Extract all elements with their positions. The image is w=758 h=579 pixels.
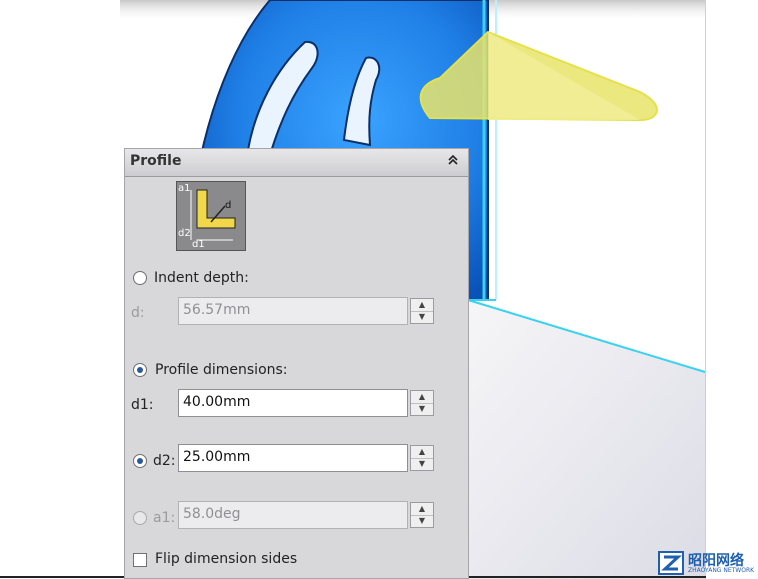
diagram-label-a1: a1	[178, 183, 191, 194]
spin-down-icon[interactable]: ▼	[411, 458, 433, 470]
profile-dimensions-radio[interactable]	[133, 363, 147, 377]
spin-down-icon[interactable]: ▼	[411, 311, 433, 323]
flip-dimension-sides-label: Flip dimension sides	[155, 551, 298, 567]
indent-depth-d-label: d:	[131, 305, 145, 321]
diagram-label-d2: d2	[178, 228, 191, 239]
a1-label: a1:	[153, 510, 176, 526]
floor-plane	[468, 300, 705, 579]
d2-spinner[interactable]: ▲ ▼	[410, 445, 434, 471]
diagram-label-d1: d1	[192, 239, 205, 250]
profile-panel: Profile a1 d d2 d1 Indent depth: d: 56.5…	[124, 148, 469, 579]
logo-icon	[658, 551, 684, 575]
viewport-border	[705, 0, 706, 579]
d1-label: d1:	[131, 397, 154, 413]
indent-depth-spinner[interactable]: ▲ ▼	[410, 298, 434, 324]
d2-input[interactable]: 25.00mm	[178, 444, 408, 472]
indent-depth-label: Indent depth:	[154, 270, 249, 286]
watermark-subtext: ZHAOYANG NETWORK	[688, 567, 755, 574]
d2-radio[interactable]	[133, 454, 147, 468]
indent-depth-input[interactable]: 56.57mm	[178, 297, 408, 325]
profile-dimensions-label: Profile dimensions:	[155, 362, 288, 378]
a1-spinner[interactable]: ▲ ▼	[410, 502, 434, 528]
double-chevron-up-icon[interactable]	[444, 153, 462, 171]
a1-input[interactable]: 58.0deg	[178, 501, 408, 529]
diagram-label-d: d	[225, 200, 232, 211]
profile-diagram-image: a1 d d2 d1	[176, 181, 246, 251]
panel-body: a1 d d2 d1 Indent depth: d: 56.57mm ▲ ▼ …	[125, 177, 468, 578]
d2-label: d2:	[153, 453, 176, 469]
spin-down-icon[interactable]: ▼	[411, 403, 433, 415]
watermark-logo: 昭阳网络 ZHAOYANG NETWORK	[658, 550, 758, 576]
spin-down-icon[interactable]: ▼	[411, 515, 433, 527]
panel-title: Profile	[130, 153, 182, 169]
flip-dimension-sides-checkbox[interactable]	[133, 553, 147, 567]
indent-depth-radio[interactable]	[133, 271, 147, 285]
d1-spinner[interactable]: ▲ ▼	[410, 390, 434, 416]
a1-radio[interactable]	[133, 511, 147, 525]
d1-input[interactable]: 40.00mm	[178, 389, 408, 417]
panel-header[interactable]: Profile	[125, 149, 468, 177]
